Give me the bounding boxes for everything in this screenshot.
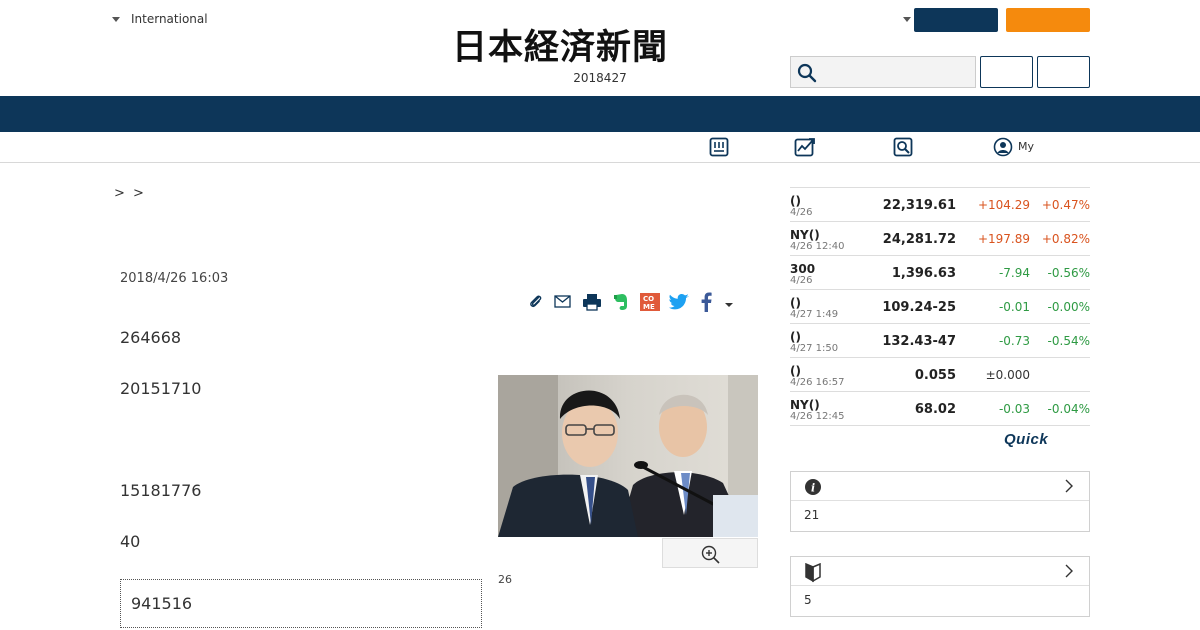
beginner-box[interactable]: 5: [790, 556, 1090, 617]
market-name: NY(): [790, 398, 820, 412]
info-box-body: 21: [804, 508, 820, 522]
come-icon[interactable]: CO ME: [639, 292, 661, 316]
market-value: 1,396.63: [891, 266, 956, 281]
article-paragraph: 40: [120, 532, 141, 551]
article-quote-box: 941516: [120, 579, 482, 628]
site-header: International 日本経済新聞 2018427: [0, 0, 1200, 96]
market-row[interactable]: 300 4/26 1,396.63 -7.94 -0.56%: [790, 256, 1090, 290]
breadcrumb[interactable]: > >: [114, 186, 146, 201]
press-conference-photo: [498, 375, 758, 537]
market-time: 4/27 1:50: [790, 343, 839, 354]
zoom-photo-button[interactable]: [662, 538, 758, 568]
main-nav-bar[interactable]: [0, 96, 1200, 132]
market-change: +104.29: [977, 198, 1030, 212]
market-row[interactable]: NY() 4/26 12:45 68.02 -0.03 -0.04%: [790, 392, 1090, 426]
info-icon: i: [805, 479, 821, 495]
market-table: () 4/26 22,319.61 +104.29 +0.47% NY() 4/26 12:…: [790, 187, 1090, 426]
article-paragraph: 264668: [120, 328, 182, 347]
market-time: 4/26: [790, 207, 813, 218]
caret-down-icon[interactable]: [903, 17, 911, 22]
chevron-right-icon: [1065, 564, 1073, 578]
market-value: 22,319.61: [882, 198, 956, 213]
trial-button[interactable]: [1006, 8, 1090, 32]
zoom-in-icon: [701, 545, 720, 564]
market-name: (): [790, 296, 801, 310]
svg-text:CO: CO: [643, 295, 654, 303]
share-toolbar: CO ME: [527, 292, 743, 316]
svg-text:ME: ME: [643, 303, 655, 311]
beginner-box-header[interactable]: [791, 557, 1089, 586]
article-photo[interactable]: [498, 375, 758, 537]
beginner-box-body: 5: [804, 593, 812, 607]
photo-caption: 26: [498, 573, 512, 586]
market-percent: +0.82%: [1041, 232, 1090, 246]
edition-selector[interactable]: International: [112, 12, 208, 26]
register-button[interactable]: [1037, 56, 1090, 88]
market-value: 132.43-47: [882, 334, 956, 349]
market-change: +197.89: [977, 232, 1030, 246]
market-value: 0.055: [914, 368, 956, 383]
market-time: 4/26 16:57: [790, 377, 845, 388]
market-change: -7.94: [998, 266, 1030, 280]
market-row[interactable]: () 4/27 1:50 132.43-47 -0.73 -0.54%: [790, 324, 1090, 358]
market-value: 24,281.72: [882, 232, 956, 247]
search-icon[interactable]: [797, 63, 817, 83]
market-percent: -0.04%: [1047, 402, 1090, 416]
search-input[interactable]: [790, 56, 976, 88]
evernote-icon[interactable]: [611, 292, 631, 316]
market-change: ±0.000: [985, 368, 1030, 382]
quick-logo[interactable]: Quick: [1004, 431, 1048, 448]
market-row[interactable]: () 4/26 16:57 0.055 ±0.000: [790, 358, 1090, 392]
market-time: 4/27 1:49: [790, 309, 839, 320]
market-time: 4/26 12:40: [790, 241, 845, 252]
market-name: 300: [790, 262, 816, 276]
market-row[interactable]: NY() 4/26 12:40 24,281.72 +197.89 +0.82%: [790, 222, 1090, 256]
market-percent: -0.00%: [1047, 300, 1090, 314]
caret-down-icon: [112, 16, 120, 22]
market-time: 4/26: [790, 275, 813, 286]
market-name: (): [790, 364, 801, 378]
market-change: -0.01: [998, 300, 1030, 314]
article-paragraph: 20151710: [120, 379, 202, 398]
market-percent: +0.47%: [1041, 198, 1090, 212]
market-name: (): [790, 194, 801, 208]
market-row[interactable]: () 4/27 1:49 109.24-25 -0.01 -0.00%: [790, 290, 1090, 324]
chart-icon[interactable]: [794, 137, 816, 157]
info-box-header[interactable]: i: [791, 472, 1089, 501]
my-page-link[interactable]: My: [1018, 140, 1034, 153]
paper-icon[interactable]: [709, 137, 729, 157]
article-paragraph: 15181776: [120, 481, 202, 500]
info-box[interactable]: i 21: [790, 471, 1090, 532]
market-percent: -0.54%: [1047, 334, 1090, 348]
market-value: 68.02: [914, 402, 956, 417]
market-row[interactable]: () 4/26 22,319.61 +104.29 +0.47%: [790, 188, 1090, 222]
article-date: 2018/4/26 16:03: [120, 271, 229, 286]
beginner-mark-icon: [805, 563, 821, 583]
market-change: -0.73: [998, 334, 1030, 348]
user-icon[interactable]: [993, 137, 1013, 157]
market-percent: -0.56%: [1047, 266, 1090, 280]
chevron-right-icon: [1065, 479, 1073, 493]
more-caret-icon[interactable]: [723, 295, 735, 314]
site-logo[interactable]: 日本経済新聞: [452, 28, 748, 68]
market-change: -0.03: [998, 402, 1030, 416]
magnifier-doc-icon[interactable]: [893, 137, 913, 157]
sub-nav: My: [0, 132, 1200, 163]
market-value: 109.24-25: [882, 300, 956, 315]
facebook-icon[interactable]: [699, 292, 715, 316]
market-name: (): [790, 330, 801, 344]
login-button[interactable]: [980, 56, 1033, 88]
subscribe-button[interactable]: [914, 8, 998, 32]
print-icon[interactable]: [581, 293, 603, 315]
market-time: 4/26 12:45: [790, 411, 845, 422]
clip-icon[interactable]: [527, 293, 545, 315]
mail-icon[interactable]: [553, 293, 573, 315]
issue-date: 2018427: [573, 71, 627, 85]
svg-text:i: i: [811, 482, 815, 495]
market-name: NY(): [790, 228, 820, 242]
twitter-icon[interactable]: [669, 293, 691, 315]
edition-label: International: [131, 12, 208, 26]
